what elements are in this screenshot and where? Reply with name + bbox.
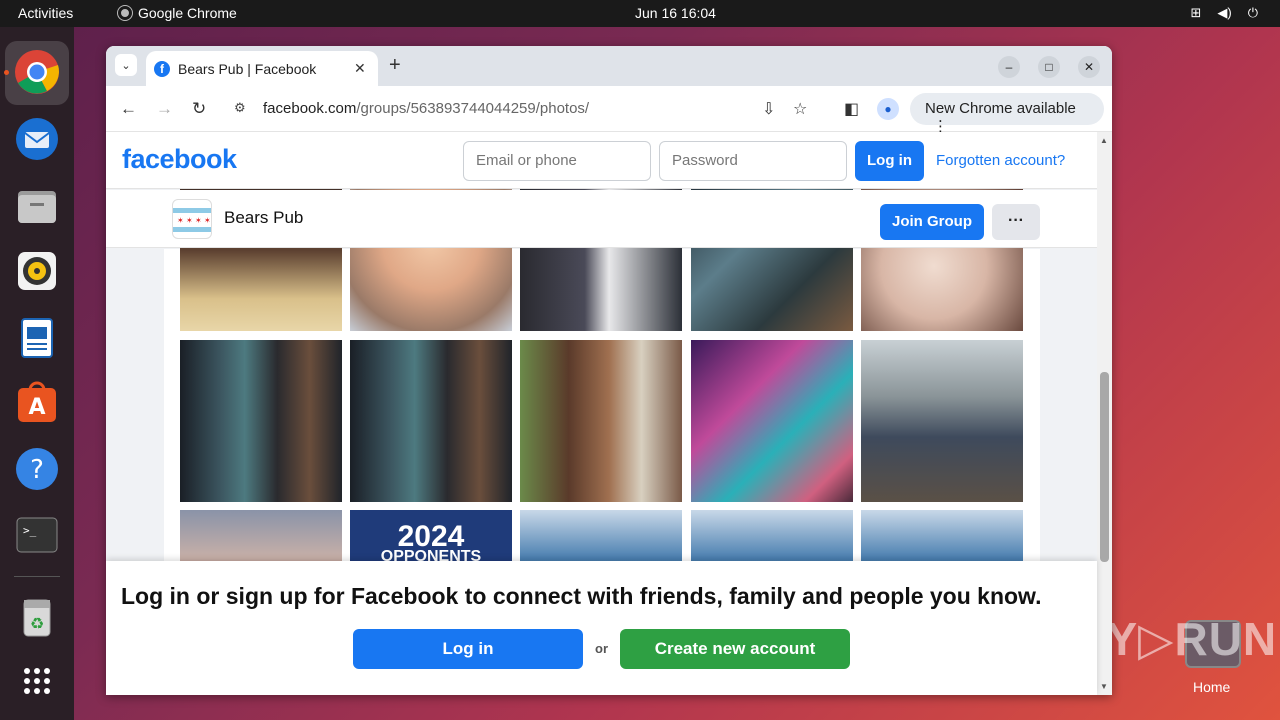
tab-strip: ⌄ f Bears Pub | Facebook ✕ + – □ ✕ [106, 46, 1112, 86]
facebook-logo[interactable]: facebook [122, 144, 237, 175]
site-info-icon[interactable]: ⚙ [234, 100, 246, 116]
chrome-small-icon [118, 6, 132, 20]
tab-bears-pub[interactable]: f Bears Pub | Facebook ✕ [146, 51, 378, 86]
power-icon[interactable]: ⏻ [1248, 5, 1258, 21]
network-icon[interactable]: ⊞ [1190, 5, 1201, 21]
help-icon[interactable]: ? [13, 445, 61, 493]
page-viewport: 2024 OPPONENTS facebook Email or phone P… [106, 132, 1112, 695]
browser-toolbar: ← → ↻ ⚙ facebook.com/groups/563893744044… [106, 86, 1112, 135]
group-header: ✶ ✶ ✶ ✶ Bears Pub Join Group ··· [106, 190, 1097, 248]
files-icon[interactable] [13, 182, 61, 230]
dock-separator [14, 576, 60, 577]
volume-icon[interactable]: ◀) [1217, 5, 1231, 21]
address-bar[interactable]: facebook.com/groups/563893744044259/phot… [263, 100, 589, 117]
writer-icon[interactable] [13, 314, 61, 362]
clock[interactable]: Jun 16 16:04 [635, 5, 716, 21]
svg-text:♻: ♻ [30, 614, 44, 633]
trash-icon[interactable]: ♻ [13, 593, 61, 641]
close-tab-icon[interactable]: ✕ [354, 60, 366, 77]
new-chrome-available-button[interactable]: New Chrome available ⋮ [910, 93, 1104, 135]
photo-thumbnail[interactable] [350, 340, 512, 502]
photo-thumbnail[interactable] [691, 340, 853, 502]
svg-text:?: ? [30, 455, 44, 485]
join-group-button[interactable]: Join Group [880, 204, 984, 240]
tab-search-button[interactable]: ⌄ [115, 54, 137, 76]
more-options-button[interactable]: ··· [992, 204, 1040, 240]
photo-thumbnail[interactable] [861, 340, 1023, 502]
install-app-icon[interactable]: ⇩ [762, 99, 775, 119]
svg-text:A: A [28, 395, 45, 420]
close-window-button[interactable]: ✕ [1078, 56, 1100, 78]
login-banner: Log in or sign up for Facebook to connec… [106, 561, 1097, 695]
browser-window: ⌄ f Bears Pub | Facebook ✕ + – □ ✕ ← → ↻… [106, 46, 1112, 695]
group-name[interactable]: Bears Pub [224, 208, 303, 228]
scroll-thumb[interactable] [1100, 372, 1109, 562]
photo-thumbnail[interactable] [520, 340, 682, 502]
photo-thumbnail[interactable] [180, 340, 342, 502]
banner-text: Log in or sign up for Facebook to connec… [121, 583, 1042, 609]
email-field[interactable]: Email or phone [463, 141, 651, 181]
banner-login-button[interactable]: Log in [353, 629, 583, 669]
forward-button[interactable]: → [156, 99, 173, 119]
scroll-down-icon[interactable]: ▼ [1100, 682, 1108, 691]
side-panel-icon[interactable]: ◧ [844, 99, 859, 119]
new-chrome-label: New Chrome available [925, 100, 1076, 117]
reload-button[interactable]: ↻ [192, 99, 206, 119]
app-name: Google Chrome [138, 5, 237, 21]
header-login-button[interactable]: Log in [855, 141, 924, 181]
group-avatar[interactable]: ✶ ✶ ✶ ✶ [172, 199, 212, 239]
bookmark-star-icon[interactable]: ☆ [793, 99, 807, 119]
new-tab-button[interactable]: + [389, 54, 401, 77]
software-center-icon[interactable]: A [13, 379, 61, 427]
page-scrollbar[interactable]: ▲ ▼ [1097, 132, 1112, 695]
dock: A ? >_ ♻ [0, 27, 74, 720]
home-folder-label[interactable]: Home [1193, 679, 1230, 695]
svg-text:>_: >_ [23, 524, 37, 537]
app-grid-icon[interactable] [13, 657, 61, 705]
facebook-header: facebook Email or phone Password Log in … [106, 132, 1097, 189]
back-button[interactable]: ← [120, 99, 137, 119]
url-path: /groups/563893744044259/photos/ [356, 100, 590, 117]
profile-avatar-icon[interactable]: ● [877, 98, 899, 120]
minimize-button[interactable]: – [998, 56, 1020, 78]
facebook-favicon-icon: f [154, 61, 170, 77]
system-tray[interactable]: ⊞ ◀) ⏻ [1190, 5, 1258, 21]
rhythmbox-icon[interactable] [13, 247, 61, 295]
activities-button[interactable]: Activities [18, 5, 73, 21]
running-indicator [4, 70, 9, 75]
app-menu[interactable]: Google Chrome [118, 5, 237, 21]
create-account-button[interactable]: Create new account [620, 629, 850, 669]
url-host: facebook.com [263, 100, 357, 117]
terminal-icon[interactable]: >_ [13, 511, 61, 559]
tab-title: Bears Pub | Facebook [178, 61, 317, 77]
thunderbird-icon[interactable] [13, 115, 61, 163]
forgotten-account-link[interactable]: Forgotten account? [936, 152, 1065, 169]
chrome-icon[interactable] [13, 48, 61, 96]
top-bar: Activities Google Chrome Jun 16 16:04 ⊞ … [0, 0, 1280, 27]
maximize-button[interactable]: □ [1038, 56, 1060, 78]
banner-or-text: or [595, 641, 608, 656]
scroll-up-icon[interactable]: ▲ [1100, 136, 1108, 145]
password-field[interactable]: Password [659, 141, 847, 181]
